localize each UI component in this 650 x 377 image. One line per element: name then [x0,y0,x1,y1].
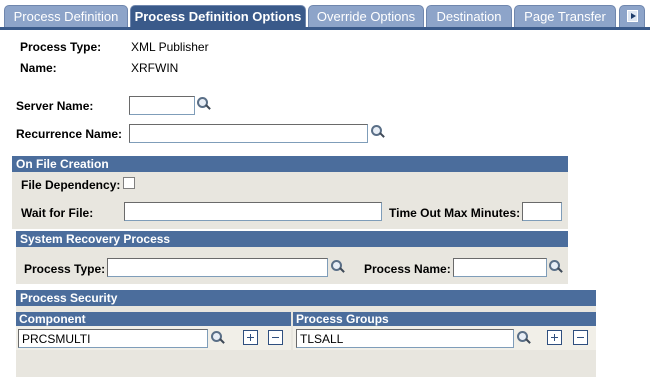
tab-override-options[interactable]: Override Options [308,5,424,27]
recovery-process-type-label: Process Type: [24,262,106,276]
delete-row-icon [272,337,279,338]
tab-destination[interactable]: Destination [426,5,512,27]
server-name-label: Server Name: [16,99,94,113]
delete-row-icon [577,337,584,338]
wait-for-file-label: Wait for File: [21,206,94,220]
tab-process-definition-options[interactable]: Process Definition Options [130,5,306,27]
recovery-process-name-lookup-icon[interactable] [549,260,563,274]
server-name-input[interactable] [129,96,195,115]
recovery-process-type-lookup-icon[interactable] [331,260,345,274]
component-lookup-icon[interactable] [211,331,225,345]
recovery-process-name-input[interactable] [453,258,547,277]
process-groups-input[interactable] [296,329,514,348]
process-groups-lookup-icon[interactable] [517,331,531,345]
component-delete-row-button[interactable] [268,330,283,345]
timeout-max-minutes-label: Time Out Max Minutes: [389,206,521,220]
process-type-label: Process Type: [20,40,102,54]
name-label: Name: [20,61,57,75]
recovery-process-type-input[interactable] [107,258,328,277]
on-file-creation-header: On File Creation [12,156,568,172]
process-groups-add-row-button[interactable] [547,330,562,345]
wait-for-file-input[interactable] [124,202,382,221]
tab-process-definition[interactable]: Process Definition [4,5,128,27]
file-dependency-checkbox[interactable] [123,177,135,189]
recurrence-name-input[interactable] [129,124,368,143]
next-tab-button[interactable] [619,5,645,27]
component-add-row-button[interactable] [243,330,258,345]
name-value: XRFWIN [131,61,179,75]
recurrence-name-label: Recurrence Name: [16,127,123,141]
file-dependency-label: File Dependency: [21,178,121,192]
recurrence-name-lookup-icon[interactable] [371,125,385,139]
component-column-header: Component [16,312,291,326]
system-recovery-header: System Recovery Process [16,231,568,247]
process-groups-column-header: Process Groups [293,312,596,326]
component-input[interactable] [18,329,208,348]
process-type-value: XML Publisher [131,40,209,54]
recovery-process-name-label: Process Name: [364,262,451,276]
tab-page-transfer[interactable]: Page Transfer [514,5,616,27]
timeout-max-minutes-input[interactable] [522,202,562,221]
next-tab-icon [627,10,638,22]
server-name-lookup-icon[interactable] [197,97,211,111]
process-groups-delete-row-button[interactable] [573,330,588,345]
tab-underline [0,27,650,30]
process-security-header: Process Security [16,290,596,306]
